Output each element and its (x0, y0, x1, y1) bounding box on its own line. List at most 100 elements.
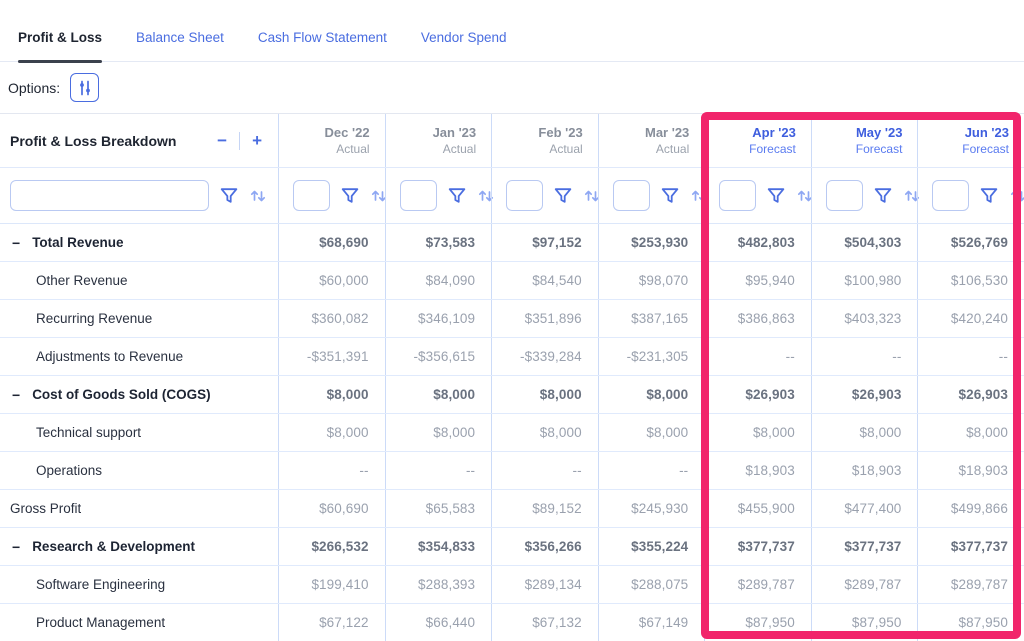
value-cell[interactable]: -$351,391 (278, 338, 385, 375)
collapse-row-icon[interactable]: − (12, 388, 20, 402)
table-row[interactable]: Gross Profit $60,690$65,583$89,152$245,9… (0, 490, 1024, 528)
value-cell[interactable]: $68,690 (278, 224, 385, 261)
table-row[interactable]: Technical support $8,000$8,000$8,000$8,0… (0, 414, 1024, 452)
value-cell[interactable]: $377,737 (811, 528, 918, 565)
value-cell[interactable]: $95,940 (704, 262, 811, 299)
table-row[interactable]: − Total Revenue $68,690$73,583$97,152$25… (0, 224, 1024, 262)
value-cell[interactable]: -- (917, 338, 1024, 375)
tab-cash-flow-statement[interactable]: Cash Flow Statement (258, 30, 387, 61)
column-filter-input[interactable] (506, 180, 543, 211)
value-cell[interactable]: $98,070 (598, 262, 705, 299)
value-cell[interactable]: -- (278, 452, 385, 489)
filter-funnel-icon[interactable] (978, 185, 999, 206)
value-cell[interactable]: $526,769 (917, 224, 1024, 261)
value-cell[interactable]: $360,082 (278, 300, 385, 337)
table-row[interactable]: − Cost of Goods Sold (COGS) $8,000$8,000… (0, 376, 1024, 414)
sort-icon[interactable] (1008, 186, 1024, 206)
value-cell[interactable]: $356,266 (491, 528, 598, 565)
value-cell[interactable]: $67,149 (598, 604, 705, 641)
value-cell[interactable]: $8,000 (278, 414, 385, 451)
value-cell[interactable]: $288,075 (598, 566, 705, 603)
tab-profit-and-loss[interactable]: Profit & Loss (18, 30, 102, 61)
value-cell[interactable]: $87,950 (917, 604, 1024, 641)
value-cell[interactable]: $8,000 (917, 414, 1024, 451)
tab-balance-sheet[interactable]: Balance Sheet (136, 30, 224, 61)
value-cell[interactable]: $60,000 (278, 262, 385, 299)
value-cell[interactable]: $455,900 (704, 490, 811, 527)
row-search-input[interactable] (10, 180, 209, 211)
column-filter-input[interactable] (719, 180, 756, 211)
value-cell[interactable]: $253,930 (598, 224, 705, 261)
value-cell[interactable]: $100,980 (811, 262, 918, 299)
column-header-jun-23[interactable]: Jun '23 Forecast (917, 114, 1024, 167)
value-cell[interactable]: $89,152 (491, 490, 598, 527)
value-cell[interactable]: $8,000 (491, 376, 598, 413)
value-cell[interactable]: $26,903 (704, 376, 811, 413)
column-header-mar-23[interactable]: Mar '23 Actual (598, 114, 705, 167)
column-filter-input[interactable] (932, 180, 969, 211)
value-cell[interactable]: $377,737 (917, 528, 1024, 565)
value-cell[interactable]: -- (704, 338, 811, 375)
value-cell[interactable]: $26,903 (917, 376, 1024, 413)
value-cell[interactable]: $387,165 (598, 300, 705, 337)
value-cell[interactable]: -- (811, 338, 918, 375)
value-cell[interactable]: $8,000 (598, 414, 705, 451)
value-cell[interactable]: -$339,284 (491, 338, 598, 375)
sort-icon[interactable] (248, 186, 268, 206)
value-cell[interactable]: $289,787 (704, 566, 811, 603)
table-row[interactable]: Software Engineering $199,410$288,393$28… (0, 566, 1024, 604)
filter-funnel-icon[interactable] (659, 185, 680, 206)
value-cell[interactable]: $504,303 (811, 224, 918, 261)
table-row[interactable]: Other Revenue $60,000$84,090$84,540$98,0… (0, 262, 1024, 300)
value-cell[interactable]: $67,132 (491, 604, 598, 641)
value-cell[interactable]: -$356,615 (385, 338, 492, 375)
column-filter-input[interactable] (826, 180, 863, 211)
value-cell[interactable]: $377,737 (704, 528, 811, 565)
value-cell[interactable]: $482,803 (704, 224, 811, 261)
column-filter-input[interactable] (613, 180, 650, 211)
value-cell[interactable]: $8,000 (811, 414, 918, 451)
column-filter-input[interactable] (400, 180, 437, 211)
value-cell[interactable]: $420,240 (917, 300, 1024, 337)
value-cell[interactable]: $18,903 (704, 452, 811, 489)
column-header-feb-23[interactable]: Feb '23 Actual (491, 114, 598, 167)
value-cell[interactable]: $289,787 (811, 566, 918, 603)
table-row[interactable]: Recurring Revenue $360,082$346,109$351,8… (0, 300, 1024, 338)
value-cell[interactable]: -- (491, 452, 598, 489)
table-row[interactable]: Adjustments to Revenue -$351,391-$356,61… (0, 338, 1024, 376)
value-cell[interactable]: $499,866 (917, 490, 1024, 527)
value-cell[interactable]: $289,134 (491, 566, 598, 603)
value-cell[interactable]: $8,000 (278, 376, 385, 413)
value-cell[interactable]: $289,787 (917, 566, 1024, 603)
value-cell[interactable]: $26,903 (811, 376, 918, 413)
column-header-apr-23[interactable]: Apr '23 Forecast (704, 114, 811, 167)
filter-funnel-icon[interactable] (872, 185, 893, 206)
value-cell[interactable]: $18,903 (811, 452, 918, 489)
value-cell[interactable]: $8,000 (491, 414, 598, 451)
value-cell[interactable]: $87,950 (811, 604, 918, 641)
value-cell[interactable]: $355,224 (598, 528, 705, 565)
column-header-dec-22[interactable]: Dec '22 Actual (278, 114, 385, 167)
collapse-row-icon[interactable]: − (12, 236, 20, 250)
value-cell[interactable]: $354,833 (385, 528, 492, 565)
value-cell[interactable]: $346,109 (385, 300, 492, 337)
column-header-jan-23[interactable]: Jan '23 Actual (385, 114, 492, 167)
value-cell[interactable]: $87,950 (704, 604, 811, 641)
collapse-all-button[interactable]: − (215, 132, 229, 149)
value-cell[interactable]: $60,690 (278, 490, 385, 527)
value-cell[interactable]: $67,122 (278, 604, 385, 641)
filter-funnel-icon[interactable] (339, 185, 360, 206)
value-cell[interactable]: $8,000 (385, 414, 492, 451)
value-cell[interactable]: -$231,305 (598, 338, 705, 375)
table-row[interactable]: Product Management $67,122$66,440$67,132… (0, 604, 1024, 641)
value-cell[interactable]: $8,000 (704, 414, 811, 451)
value-cell[interactable]: $18,903 (917, 452, 1024, 489)
value-cell[interactable]: $386,863 (704, 300, 811, 337)
column-header-may-23[interactable]: May '23 Forecast (811, 114, 918, 167)
filter-funnel-icon[interactable] (765, 185, 786, 206)
value-cell[interactable]: $477,400 (811, 490, 918, 527)
value-cell[interactable]: $106,530 (917, 262, 1024, 299)
value-cell[interactable]: $403,323 (811, 300, 918, 337)
value-cell[interactable]: $97,152 (491, 224, 598, 261)
filter-funnel-icon[interactable] (218, 185, 239, 206)
